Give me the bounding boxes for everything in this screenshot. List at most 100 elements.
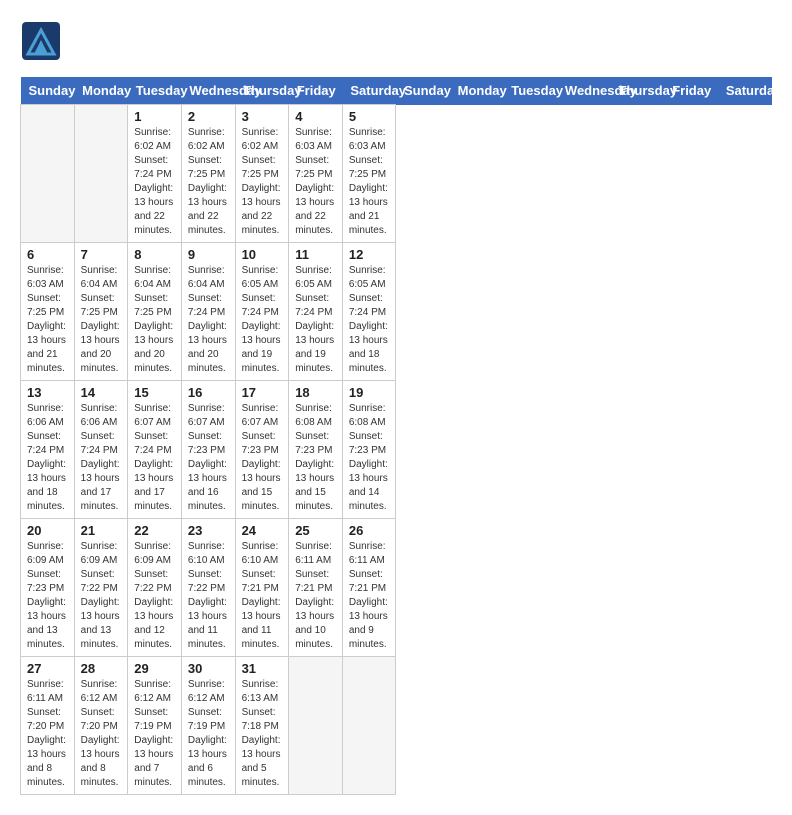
- day-content: Sunrise: 6:08 AM Sunset: 7:23 PM Dayligh…: [349, 402, 390, 514]
- calendar-cell: 30 Sunrise: 6:12 AM Sunset: 7:19 PM Dayli…: [181, 657, 235, 795]
- day-content: Sunrise: 6:03 AM Sunset: 7:25 PM Dayligh…: [295, 126, 336, 238]
- calendar-cell: 9Sunrise: 6:04 AM Sunset: 7:24 PM Daylig…: [181, 243, 235, 381]
- day-content: Sunrise: 6:02 AM Sunset: 7:24 PM Dayligh…: [134, 126, 175, 238]
- day-header-friday: Friday: [664, 77, 718, 105]
- day-number: 1: [134, 109, 175, 124]
- day-content: Sunrise: 6:03 AM Sunset: 7:25 PM Dayligh…: [349, 126, 390, 238]
- calendar-cell: 2 Sunrise: 6:02 AM Sunset: 7:25 PM Daylig…: [181, 105, 235, 243]
- day-content: Sunrise: 6:12 AM Sunset: 7:19 PM Dayligh…: [188, 678, 229, 790]
- day-number: 22: [134, 523, 175, 538]
- day-number: 26: [349, 523, 390, 538]
- day-content: Sunrise: 6:05 AM Sunset: 7:24 PM Dayligh…: [242, 264, 283, 376]
- calendar-cell: 3Sunrise: 6:02 AM Sunset: 7:25 PM Daylig…: [235, 105, 289, 243]
- day-content: Sunrise: 6:07 AM Sunset: 7:23 PM Dayligh…: [242, 402, 283, 514]
- day-content: Sunrise: 6:08 AM Sunset: 7:23 PM Dayligh…: [295, 402, 336, 514]
- calendar-cell: [342, 657, 396, 795]
- day-number: 18: [295, 385, 336, 400]
- calendar-cell: 24 Sunrise: 6:10 AM Sunset: 7:21 PM Dayli…: [235, 519, 289, 657]
- day-number: 14: [81, 385, 122, 400]
- calendar-week-1: 1 Sunrise: 6:02 AM Sunset: 7:24 PM Daylig…: [21, 105, 772, 243]
- calendar-cell: 5 Sunrise: 6:03 AM Sunset: 7:25 PM Daylig…: [342, 105, 396, 243]
- calendar-week-4: 20Sunrise: 6:09 AM Sunset: 7:23 PM Dayli…: [21, 519, 772, 657]
- calendar-header-row: SundayMondayTuesdayWednesdayThursdayFrid…: [21, 77, 772, 105]
- day-number: 28: [81, 661, 122, 676]
- day-content: Sunrise: 6:11 AM Sunset: 7:21 PM Dayligh…: [349, 540, 390, 652]
- day-number: 19: [349, 385, 390, 400]
- calendar-cell: 1 Sunrise: 6:02 AM Sunset: 7:24 PM Daylig…: [128, 105, 182, 243]
- day-content: Sunrise: 6:03 AM Sunset: 7:25 PM Dayligh…: [27, 264, 68, 376]
- day-content: Sunrise: 6:05 AM Sunset: 7:24 PM Dayligh…: [295, 264, 336, 376]
- day-number: 31: [242, 661, 283, 676]
- day-content: Sunrise: 6:12 AM Sunset: 7:19 PM Dayligh…: [134, 678, 175, 790]
- calendar-cell: 25 Sunrise: 6:11 AM Sunset: 7:21 PM Dayli…: [289, 519, 343, 657]
- day-header-thursday: Thursday: [235, 77, 289, 105]
- calendar-cell: 22 Sunrise: 6:09 AM Sunset: 7:22 PM Dayli…: [128, 519, 182, 657]
- page-header: [20, 20, 772, 67]
- day-number: 17: [242, 385, 283, 400]
- calendar-cell: 14Sunrise: 6:06 AM Sunset: 7:24 PM Dayli…: [74, 381, 128, 519]
- day-header-monday: Monday: [450, 77, 504, 105]
- day-header-tuesday: Tuesday: [503, 77, 557, 105]
- day-number: 13: [27, 385, 68, 400]
- calendar-cell: 28 Sunrise: 6:12 AM Sunset: 7:20 PM Dayli…: [74, 657, 128, 795]
- day-content: Sunrise: 6:02 AM Sunset: 7:25 PM Dayligh…: [242, 126, 283, 238]
- calendar-cell: 4 Sunrise: 6:03 AM Sunset: 7:25 PM Daylig…: [289, 105, 343, 243]
- calendar-cell: 17 Sunrise: 6:07 AM Sunset: 7:23 PM Dayli…: [235, 381, 289, 519]
- calendar-cell: 18 Sunrise: 6:08 AM Sunset: 7:23 PM Dayli…: [289, 381, 343, 519]
- day-header-wednesday: Wednesday: [181, 77, 235, 105]
- day-header-sunday: Sunday: [396, 77, 450, 105]
- day-content: Sunrise: 6:10 AM Sunset: 7:21 PM Dayligh…: [242, 540, 283, 652]
- day-number: 6: [27, 247, 68, 262]
- day-number: 29: [134, 661, 175, 676]
- calendar-cell: 19 Sunrise: 6:08 AM Sunset: 7:23 PM Dayli…: [342, 381, 396, 519]
- day-header-friday: Friday: [289, 77, 343, 105]
- day-content: Sunrise: 6:02 AM Sunset: 7:25 PM Dayligh…: [188, 126, 229, 238]
- day-number: 4: [295, 109, 336, 124]
- calendar-cell: 31 Sunrise: 6:13 AM Sunset: 7:18 PM Dayli…: [235, 657, 289, 795]
- day-content: Sunrise: 6:13 AM Sunset: 7:18 PM Dayligh…: [242, 678, 283, 790]
- day-content: Sunrise: 6:04 AM Sunset: 7:24 PM Dayligh…: [188, 264, 229, 376]
- day-number: 23: [188, 523, 229, 538]
- day-content: Sunrise: 6:12 AM Sunset: 7:20 PM Dayligh…: [81, 678, 122, 790]
- logo-icon: [20, 20, 62, 62]
- day-number: 12: [349, 247, 390, 262]
- day-number: 24: [242, 523, 283, 538]
- day-header-tuesday: Tuesday: [128, 77, 182, 105]
- day-content: Sunrise: 6:09 AM Sunset: 7:22 PM Dayligh…: [81, 540, 122, 652]
- calendar-cell: 16 Sunrise: 6:07 AM Sunset: 7:23 PM Dayli…: [181, 381, 235, 519]
- day-number: 30: [188, 661, 229, 676]
- day-content: Sunrise: 6:09 AM Sunset: 7:22 PM Dayligh…: [134, 540, 175, 652]
- calendar-cell: [21, 105, 75, 243]
- day-number: 20: [27, 523, 68, 538]
- logo: [20, 20, 68, 67]
- day-number: 16: [188, 385, 229, 400]
- calendar-cell: 6 Sunrise: 6:03 AM Sunset: 7:25 PM Daylig…: [21, 243, 75, 381]
- day-header-thursday: Thursday: [611, 77, 665, 105]
- day-number: 7: [81, 247, 122, 262]
- day-number: 5: [349, 109, 390, 124]
- day-content: Sunrise: 6:07 AM Sunset: 7:23 PM Dayligh…: [188, 402, 229, 514]
- calendar-cell: 7Sunrise: 6:04 AM Sunset: 7:25 PM Daylig…: [74, 243, 128, 381]
- day-header-saturday: Saturday: [718, 77, 772, 105]
- day-number: 15: [134, 385, 175, 400]
- day-number: 10: [242, 247, 283, 262]
- day-content: Sunrise: 6:05 AM Sunset: 7:24 PM Dayligh…: [349, 264, 390, 376]
- day-content: Sunrise: 6:10 AM Sunset: 7:22 PM Dayligh…: [188, 540, 229, 652]
- calendar-cell: [74, 105, 128, 243]
- calendar-cell: 15Sunrise: 6:07 AM Sunset: 7:24 PM Dayli…: [128, 381, 182, 519]
- day-content: Sunrise: 6:06 AM Sunset: 7:24 PM Dayligh…: [27, 402, 68, 514]
- day-header-monday: Monday: [74, 77, 128, 105]
- calendar-week-3: 13 Sunrise: 6:06 AM Sunset: 7:24 PM Dayli…: [21, 381, 772, 519]
- day-number: 11: [295, 247, 336, 262]
- day-number: 25: [295, 523, 336, 538]
- calendar-cell: 10 Sunrise: 6:05 AM Sunset: 7:24 PM Dayli…: [235, 243, 289, 381]
- calendar-cell: [289, 657, 343, 795]
- day-content: Sunrise: 6:11 AM Sunset: 7:21 PM Dayligh…: [295, 540, 336, 652]
- calendar-cell: 21Sunrise: 6:09 AM Sunset: 7:22 PM Dayli…: [74, 519, 128, 657]
- calendar-cell: 23 Sunrise: 6:10 AM Sunset: 7:22 PM Dayli…: [181, 519, 235, 657]
- calendar-week-5: 27Sunrise: 6:11 AM Sunset: 7:20 PM Dayli…: [21, 657, 772, 795]
- day-header-wednesday: Wednesday: [557, 77, 611, 105]
- day-content: Sunrise: 6:11 AM Sunset: 7:20 PM Dayligh…: [27, 678, 68, 790]
- calendar-cell: 8Sunrise: 6:04 AM Sunset: 7:25 PM Daylig…: [128, 243, 182, 381]
- day-number: 2: [188, 109, 229, 124]
